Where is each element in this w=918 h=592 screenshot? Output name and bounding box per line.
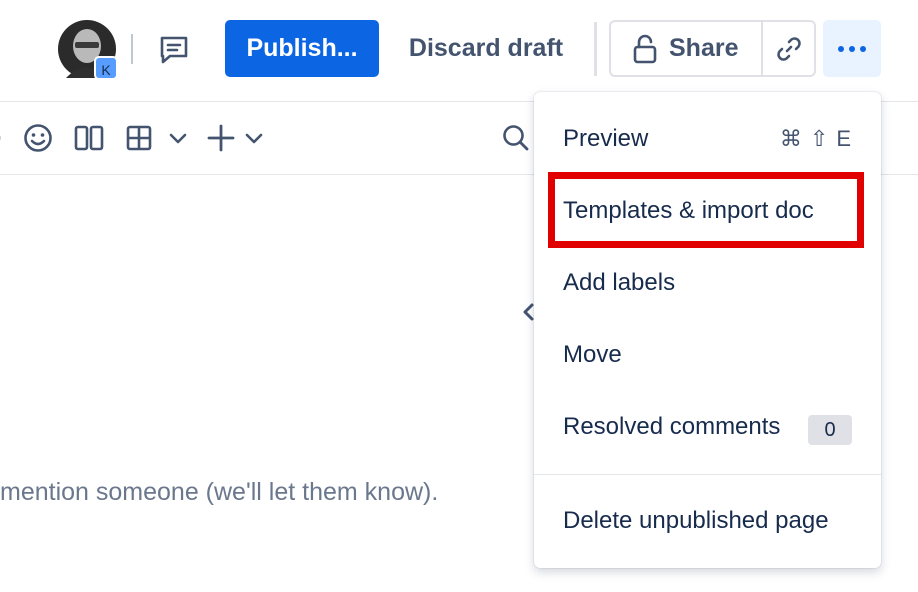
share-group: Share (609, 20, 816, 77)
unlock-icon (633, 34, 657, 63)
insert-options-dropdown[interactable] (240, 118, 268, 158)
more-icon-dot (860, 45, 866, 52)
discard-draft-button[interactable]: Discard draft (400, 20, 572, 77)
insert-button[interactable] (204, 118, 238, 158)
comment-button[interactable] (150, 28, 198, 72)
command-key-icon: ⌘ (779, 126, 802, 151)
menu-item-label: Resolved comments (563, 413, 781, 440)
find-button[interactable] (498, 118, 534, 158)
copy-link-button[interactable] (763, 22, 814, 75)
menu-item-move[interactable]: Move (534, 327, 881, 383)
table-icon (126, 125, 152, 151)
toolbar-cut-icon[interactable] (0, 118, 8, 158)
shortcut-key: E (836, 126, 851, 151)
editor-placeholder[interactable]: mention someone (we'll let them know). (0, 478, 438, 507)
search-icon (503, 125, 529, 151)
menu-item-label: Move (563, 341, 622, 368)
menu-item-label: Templates & import doc (563, 197, 814, 224)
share-label: Share (669, 34, 739, 62)
layout-columns-icon (74, 125, 104, 151)
menu-item-label: Preview (563, 125, 649, 152)
link-icon (776, 36, 801, 61)
layout-button[interactable] (70, 118, 108, 158)
header-separator (131, 34, 133, 64)
menu-item-label: Delete unpublished page (563, 507, 829, 534)
menu-divider (534, 474, 881, 475)
table-button[interactable] (120, 118, 158, 158)
emoji-button[interactable] (20, 118, 56, 158)
emoji-icon (24, 124, 52, 152)
plus-icon (207, 124, 235, 152)
more-icon-dot (849, 45, 855, 52)
menu-item-resolved-comments[interactable]: Resolved comments 0 (534, 399, 881, 455)
menu-item-add-labels[interactable]: Add labels (534, 255, 881, 311)
count-badge: 0 (808, 415, 852, 445)
menu-item-templates-import[interactable]: Templates & import doc (534, 183, 881, 239)
avatar-badge: K (94, 56, 118, 80)
header-separator (594, 22, 597, 76)
partial-icon (0, 135, 1, 141)
table-options-dropdown[interactable] (164, 118, 192, 158)
menu-item-preview[interactable]: Preview ⌘ ⇧ E (534, 111, 881, 167)
more-actions-menu: Preview ⌘ ⇧ E Templates & import doc Add… (534, 92, 881, 568)
menu-item-label: Add labels (563, 269, 676, 296)
menu-item-delete-unpublished[interactable]: Delete unpublished page (534, 493, 881, 549)
share-button[interactable]: Share (611, 22, 761, 75)
comment-icon (160, 36, 188, 64)
publish-button[interactable]: Publish... (225, 20, 379, 77)
chevron-down-icon (245, 133, 263, 144)
chevron-down-icon (169, 133, 187, 144)
more-actions-button[interactable] (823, 20, 881, 77)
keyboard-shortcut: ⌘ ⇧ E (780, 111, 851, 167)
shift-key-icon: ⇧ (809, 126, 829, 151)
more-icon (838, 45, 844, 52)
